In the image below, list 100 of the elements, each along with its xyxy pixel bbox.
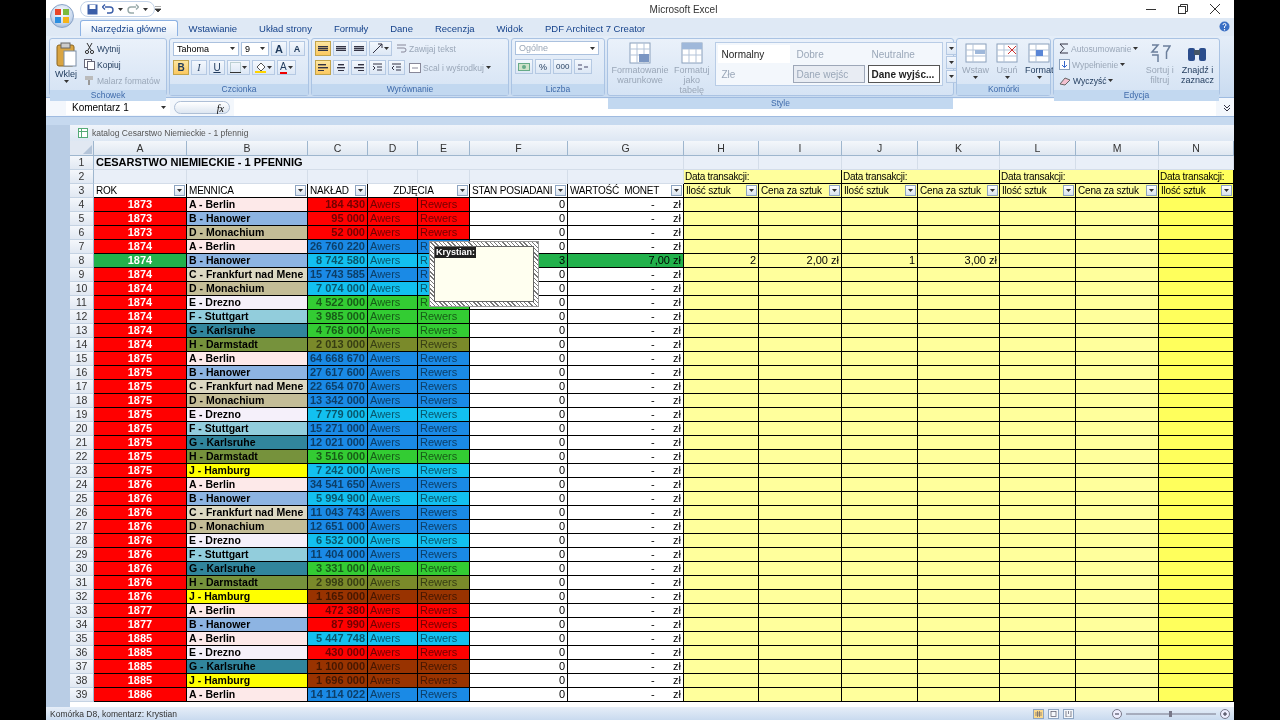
- scroll-button[interactable]: [945, 56, 957, 69]
- align-button[interactable]: [315, 60, 331, 75]
- row-number[interactable]: 12: [70, 310, 94, 324]
- row-number[interactable]: 9: [70, 268, 94, 282]
- align-button[interactable]: [351, 41, 367, 56]
- filter-dropdown[interactable]: [1063, 185, 1074, 196]
- filter-dropdown[interactable]: [355, 185, 366, 196]
- row-number[interactable]: 5: [70, 212, 94, 226]
- font-field[interactable]: Tahoma: [173, 41, 239, 56]
- column-header[interactable]: H: [684, 141, 759, 156]
- page-layout-button[interactable]: [1048, 708, 1059, 719]
- row-number[interactable]: 7: [70, 240, 94, 254]
- currency-button[interactable]: [515, 59, 533, 74]
- row-number[interactable]: 15: [70, 352, 94, 366]
- row-number[interactable]: 36: [70, 646, 94, 660]
- filter-dropdown[interactable]: [987, 185, 998, 196]
- column-header[interactable]: N: [1159, 141, 1234, 156]
- filter-dropdown[interactable]: [555, 185, 566, 196]
- thousands-button[interactable]: 000: [553, 59, 573, 74]
- row-number[interactable]: 21: [70, 436, 94, 450]
- row-number[interactable]: 19: [70, 408, 94, 422]
- row-number[interactable]: 13: [70, 324, 94, 338]
- grow-font-button[interactable]: A: [271, 41, 287, 56]
- decimal-button[interactable]: [574, 59, 593, 74]
- row-number[interactable]: 11: [70, 296, 94, 310]
- align-button[interactable]: [333, 41, 349, 56]
- percent-button[interactable]: %: [535, 59, 551, 74]
- column-header[interactable]: J: [842, 141, 918, 156]
- row-number[interactable]: 33: [70, 604, 94, 618]
- borders-button[interactable]: [227, 60, 250, 75]
- row-number[interactable]: 10: [70, 282, 94, 296]
- column-header[interactable]: C: [308, 141, 368, 156]
- row-number[interactable]: 8: [70, 254, 94, 268]
- row-number[interactable]: 18: [70, 394, 94, 408]
- font-color-button[interactable]: A: [277, 60, 296, 75]
- column-header[interactable]: M: [1076, 141, 1159, 156]
- row-number[interactable]: 38: [70, 674, 94, 688]
- row-number[interactable]: 27: [70, 520, 94, 534]
- scroll-button[interactable]: [945, 42, 957, 55]
- filter-dropdown[interactable]: [295, 185, 306, 196]
- align-button[interactable]: [351, 60, 367, 75]
- ribbon-tab[interactable]: Narzędzia główne: [80, 20, 178, 36]
- help-button[interactable]: [1219, 19, 1230, 35]
- row-number[interactable]: 30: [70, 562, 94, 576]
- filter-dropdown[interactable]: [829, 185, 840, 196]
- fill-color-button[interactable]: [252, 60, 275, 75]
- row-number[interactable]: 34: [70, 618, 94, 632]
- page-break-button[interactable]: [1063, 708, 1074, 719]
- row-number[interactable]: 32: [70, 590, 94, 604]
- bold-button[interactable]: B: [173, 60, 189, 75]
- row-number[interactable]: 22: [70, 450, 94, 464]
- comment-box[interactable]: Krystian:: [429, 241, 539, 307]
- row-number[interactable]: 14: [70, 338, 94, 352]
- row-number[interactable]: 1: [70, 156, 94, 170]
- column-header[interactable]: D: [368, 141, 418, 156]
- ribbon-tab[interactable]: Układ strony: [248, 20, 323, 36]
- ribbon-tab[interactable]: PDF Architect 7 Creator: [533, 20, 657, 36]
- row-number[interactable]: 20: [70, 422, 94, 436]
- align-button[interactable]: [333, 60, 349, 75]
- shrink-font-button[interactable]: A: [289, 41, 305, 56]
- align-button[interactable]: [315, 41, 331, 56]
- row-number[interactable]: 29: [70, 548, 94, 562]
- column-header[interactable]: E: [418, 141, 470, 156]
- column-header[interactable]: I: [759, 141, 842, 156]
- row-number[interactable]: 4: [70, 198, 94, 212]
- normal-view-button[interactable]: [1033, 708, 1044, 719]
- ribbon-tab[interactable]: Wstawianie: [177, 20, 249, 36]
- filter-dropdown[interactable]: [457, 185, 468, 196]
- row-number[interactable]: 16: [70, 366, 94, 380]
- row-number[interactable]: 6: [70, 226, 94, 240]
- paste-button[interactable]: Wklej: [53, 41, 79, 84]
- row-number[interactable]: 2: [70, 170, 94, 184]
- cell-style[interactable]: Normalny: [717, 45, 790, 63]
- ribbon-tab[interactable]: Dane: [379, 20, 424, 36]
- row-number[interactable]: 23: [70, 464, 94, 478]
- row-number[interactable]: 25: [70, 492, 94, 506]
- column-header[interactable]: A: [94, 141, 187, 156]
- italic-button[interactable]: I: [191, 60, 207, 75]
- restore-button[interactable]: [1178, 1, 1188, 17]
- orientation-button[interactable]: [369, 41, 392, 56]
- column-header[interactable]: F: [470, 141, 568, 156]
- column-header[interactable]: K: [918, 141, 1000, 156]
- ribbon-tab[interactable]: Formuły: [322, 20, 380, 36]
- insert-function-button[interactable]: fx: [174, 100, 230, 114]
- filter-dropdown[interactable]: [905, 185, 916, 196]
- row-number[interactable]: 17: [70, 380, 94, 394]
- ribbon-tab[interactable]: Recenzja: [423, 20, 486, 36]
- row-number[interactable]: 35: [70, 632, 94, 646]
- ribbon-tab[interactable]: Widok: [485, 20, 534, 36]
- filter-dropdown[interactable]: [746, 185, 757, 196]
- row-number[interactable]: 31: [70, 576, 94, 590]
- row-number[interactable]: 26: [70, 506, 94, 520]
- filter-dropdown[interactable]: [1146, 185, 1157, 196]
- ribbon-button[interactable]: Kopiuj: [82, 57, 162, 72]
- row-number[interactable]: 3: [70, 184, 94, 198]
- filter-dropdown[interactable]: [174, 185, 185, 196]
- cell-style[interactable]: Dane wyjśc...: [867, 65, 940, 83]
- row-number[interactable]: 37: [70, 660, 94, 674]
- filter-dropdown[interactable]: [671, 185, 682, 196]
- row-number[interactable]: 28: [70, 534, 94, 548]
